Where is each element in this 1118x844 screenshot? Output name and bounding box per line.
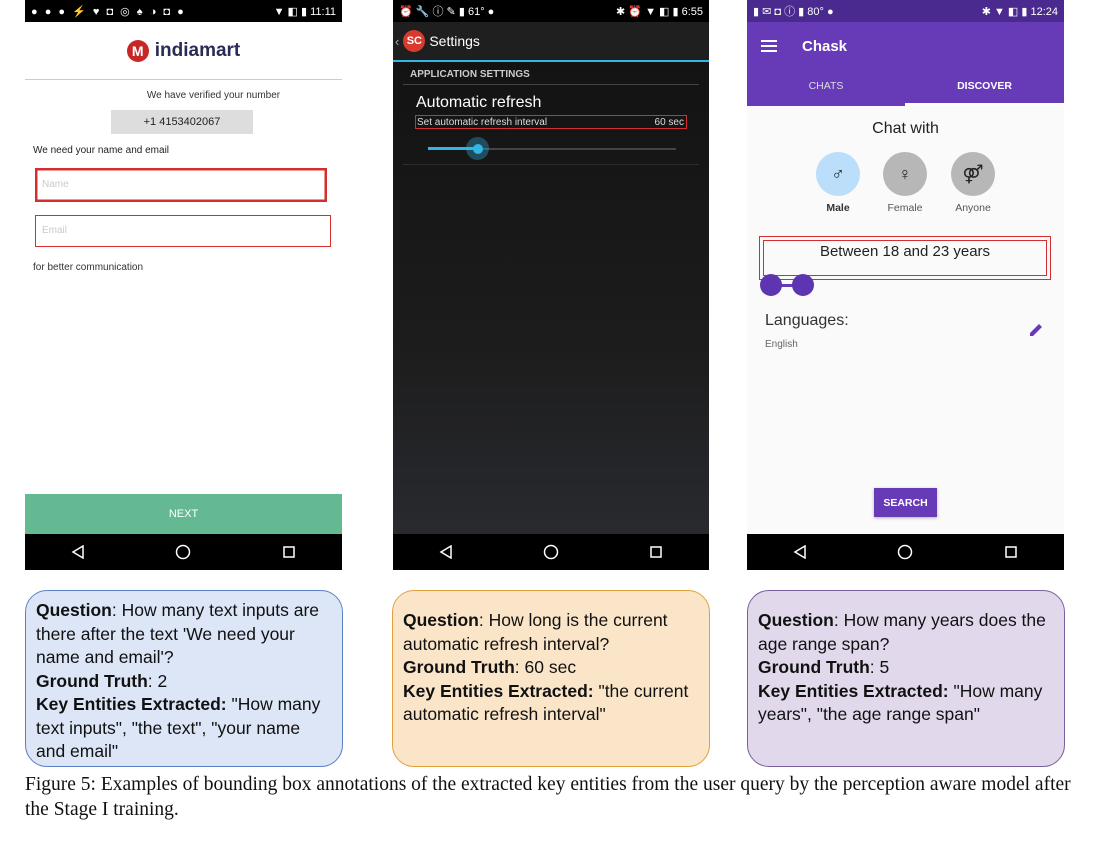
pref-value: 60 sec — [654, 116, 684, 128]
question-label: Question — [403, 610, 479, 630]
notification-icons: ⏰ 🔧 ⓘ ✎ ▮ 61° ● — [399, 6, 495, 18]
male-label: Male — [826, 202, 850, 214]
page-title: Settings — [429, 33, 480, 49]
app-title: Chask — [802, 38, 848, 55]
pref-summary-box[interactable]: Set automatic refresh interval 60 sec — [415, 115, 687, 129]
ground-truth-label: Ground Truth — [758, 657, 870, 677]
key-entities-label: Key Entities Extracted: — [758, 680, 949, 701]
name-input[interactable]: Name — [35, 168, 327, 202]
section-header: APPLICATION SETTINGS — [410, 69, 530, 80]
panel-settings: ⏰ 🔧 ⓘ ✎ ▮ 61° ● ✱ ⏰ ▼ ◧ ▮ 6:55 ‹ SC Sett… — [393, 0, 709, 570]
search-button[interactable]: SEARCH — [874, 488, 937, 517]
recents-icon[interactable] — [274, 537, 304, 567]
back-icon[interactable] — [785, 537, 815, 567]
panel-chask: ▮ ✉ ◘ ⓘ ▮ 80° ● ✱ ▼ ◧ ▮ 12:24 Chask CHAT… — [747, 0, 1064, 570]
key-entities-label: Key Entities Extracted: — [403, 680, 594, 701]
better-communication-text: for better communication — [33, 262, 144, 273]
pref-summary: Set automatic refresh interval — [417, 116, 548, 128]
female-icon: ♀ — [898, 163, 912, 184]
back-icon[interactable] — [63, 537, 93, 567]
pref-title: Automatic refresh — [416, 94, 542, 111]
gender-male-button[interactable]: ♂ — [816, 152, 860, 196]
age-slider-max-thumb[interactable] — [792, 274, 814, 296]
age-slider-min-thumb[interactable] — [760, 274, 782, 296]
recents-icon[interactable] — [996, 537, 1026, 567]
status-bar: ▮ ✉ ◘ ⓘ ▮ 80° ● ✱ ▼ ◧ ▮ 12:24 — [747, 0, 1064, 22]
tab-discover[interactable]: DISCOVER — [905, 80, 1064, 92]
email-input[interactable]: Email — [35, 215, 331, 247]
need-name-email-text: We need your name and email — [33, 145, 170, 156]
tab-chats[interactable]: CHATS — [747, 80, 905, 92]
chat-with-label: Chat with — [872, 120, 939, 137]
question-label: Question — [36, 600, 112, 620]
gender-anyone-button[interactable]: ⚤ — [951, 152, 995, 196]
gender-female-button[interactable]: ♀ — [883, 152, 927, 196]
nav-bar — [747, 534, 1064, 570]
status-right: ✱ ⏰ ▼ ◧ ▮ 6:55 — [616, 5, 703, 18]
app-name: indiamart — [154, 39, 241, 61]
status-time: 6:55 — [681, 5, 703, 18]
phone-number-field: +1 4153402067 — [111, 110, 253, 134]
question-box-1: Question: How many text inputs are there… — [25, 590, 343, 767]
ground-truth-value: : 2 — [147, 670, 168, 691]
key-entities-label: Key Entities Extracted: — [36, 694, 227, 714]
app-badge-icon: SC — [403, 30, 426, 52]
pref-divider — [403, 164, 699, 165]
status-temperature: 80° — [807, 6, 824, 18]
status-bar: ● ● ● ⚡ ♥ ◘ ◎ ♠ ◑ ◘ ● ▼ ◧ ▮ 11:11 — [25, 0, 342, 22]
home-icon[interactable] — [536, 537, 566, 567]
status-time: 12:24 — [1030, 5, 1058, 18]
home-icon[interactable] — [168, 537, 198, 567]
edit-pencil-icon[interactable] — [1027, 321, 1045, 339]
slider-thumb-core — [472, 143, 483, 154]
recents-icon[interactable] — [641, 537, 671, 567]
app-header: M indiamart — [25, 22, 342, 80]
panel-indiamart: ● ● ● ⚡ ♥ ◘ ◎ ♠ ◑ ◘ ● ▼ ◧ ▮ 11:11 M indi… — [25, 0, 342, 570]
nav-bar — [25, 534, 342, 570]
anyone-icon: ⚤ — [962, 163, 984, 184]
next-button[interactable]: NEXT — [25, 494, 342, 534]
ground-truth-value: : 5 — [869, 657, 890, 677]
languages-label: Languages: — [765, 312, 849, 329]
indiamart-logo-icon: M — [126, 39, 149, 62]
figure-caption: Figure 5: Examples of bounding box annot… — [25, 774, 1071, 820]
question-box-3: Question: How many years does the age ra… — [747, 590, 1065, 767]
status-right: ▼ ◧ ▮ 11:11 — [273, 5, 336, 18]
action-bar: ‹ SC Settings — [393, 22, 709, 62]
age-range-text: Between 18 and 23 years — [819, 243, 991, 260]
language-value: English — [765, 339, 798, 350]
menu-icon[interactable] — [761, 40, 777, 52]
nav-bar — [393, 534, 709, 570]
ground-truth-label: Ground Truth — [403, 657, 515, 677]
ground-truth-value: : 60 sec — [514, 657, 577, 677]
back-icon[interactable] — [431, 537, 461, 567]
toolbar: Chask CHATS DISCOVER — [747, 22, 1064, 106]
female-label: Female — [887, 202, 923, 214]
question-label: Question — [758, 610, 834, 630]
tab-indicator — [905, 103, 1064, 106]
verified-text: We have verified your number — [146, 90, 281, 101]
male-icon: ♂ — [831, 163, 845, 184]
status-temperature: 61° — [467, 6, 485, 18]
status-right: ✱ ▼ ◧ ▮ 12:24 — [981, 5, 1058, 18]
home-icon[interactable] — [890, 537, 920, 567]
section-divider — [403, 84, 699, 85]
status-time: 11:11 — [310, 5, 336, 18]
status-bar: ⏰ 🔧 ⓘ ✎ ▮ 61° ● ✱ ⏰ ▼ ◧ ▮ 6:55 — [393, 0, 709, 22]
notification-icons: ▮ ✉ ◘ ⓘ ▮ 80° ● — [753, 6, 834, 18]
question-box-2: Question: How long is the current automa… — [392, 590, 710, 767]
slider-thumb[interactable] — [466, 137, 489, 160]
notification-icons: ● ● ● ⚡ ♥ ◘ ◎ ♠ ◑ ◘ ● — [31, 5, 186, 18]
anyone-label: Anyone — [955, 202, 991, 214]
ground-truth-label: Ground Truth — [36, 670, 148, 691]
back-chevron-icon[interactable]: ‹ — [395, 34, 399, 49]
